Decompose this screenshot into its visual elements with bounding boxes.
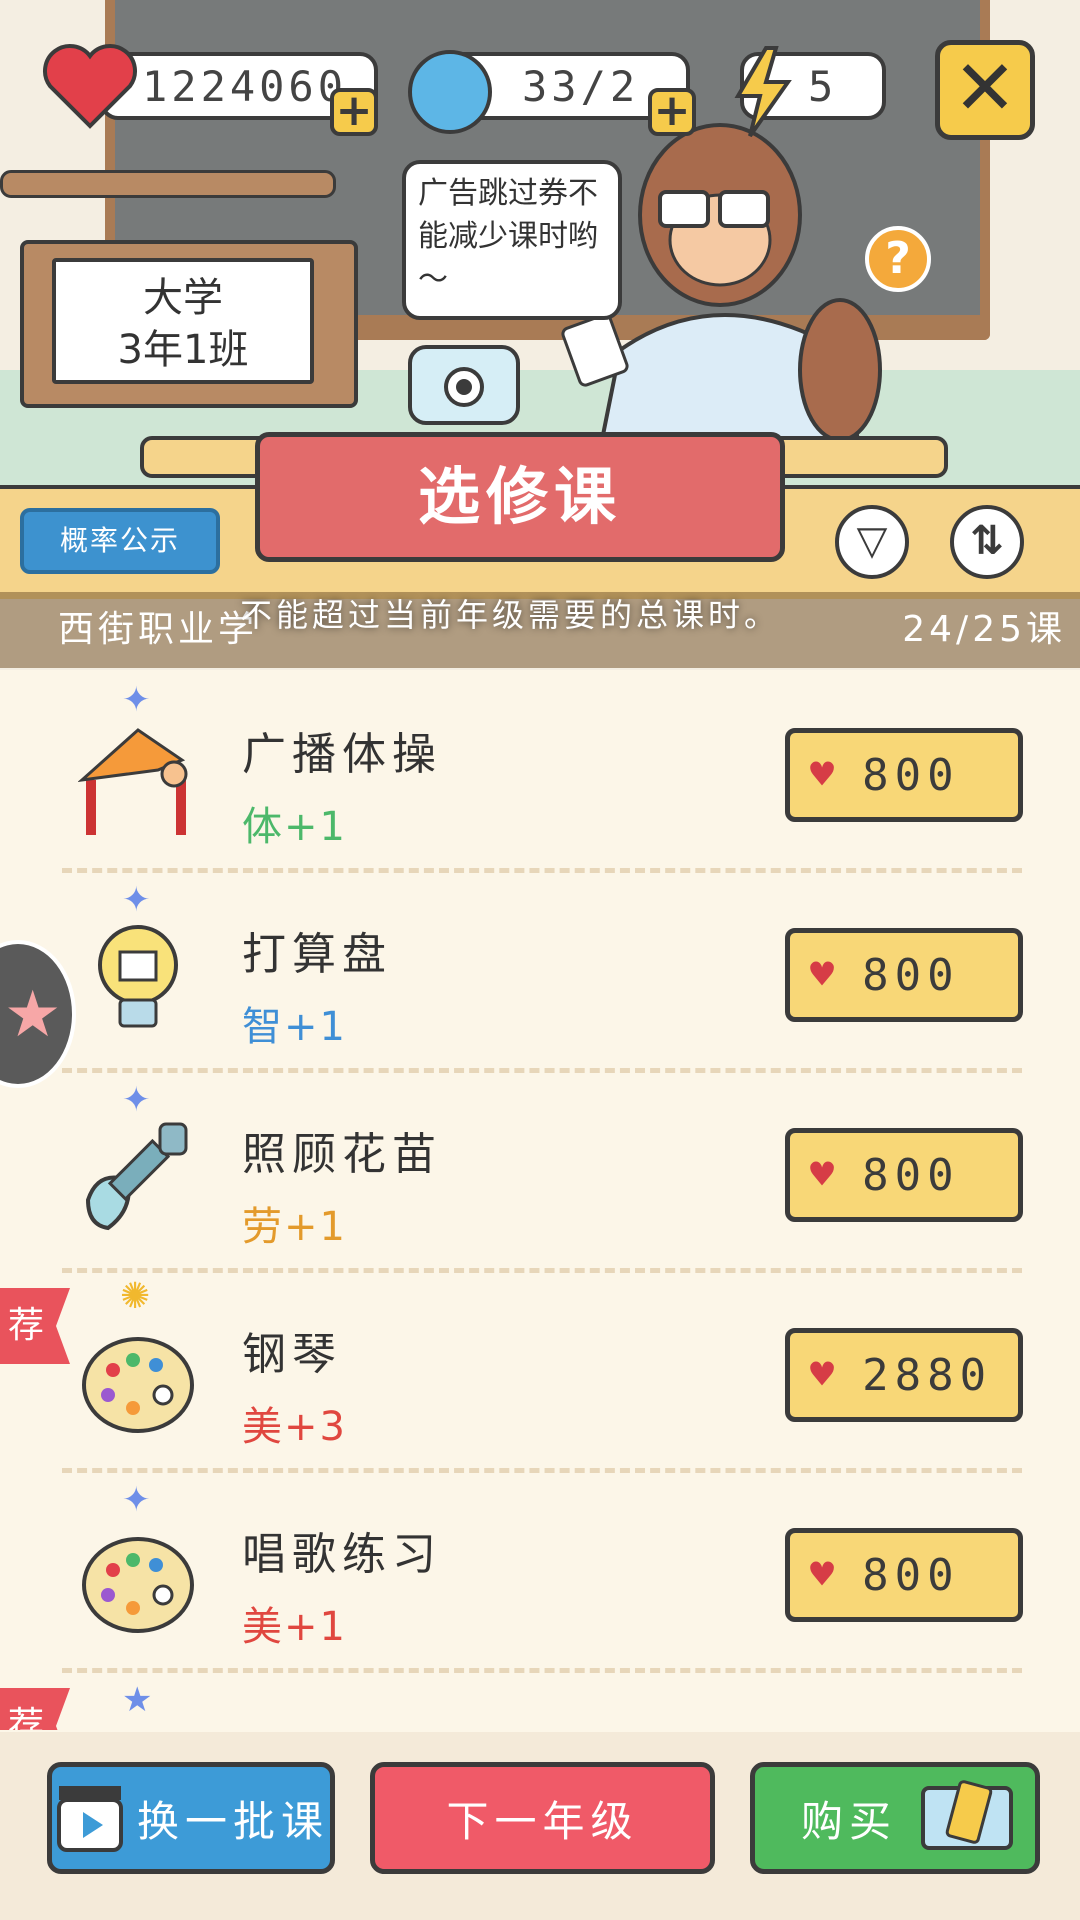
course-price: 800: [862, 749, 960, 801]
ticket-icon: [921, 1780, 1014, 1850]
energy-value: 5: [808, 61, 838, 111]
buy-course-button[interactable]: ♥ 800: [785, 928, 1023, 1022]
add-gems-button[interactable]: +: [648, 88, 696, 136]
teacher-speech-bubble: 广告跳过券不能减少课时哟～: [402, 160, 622, 320]
gems-value: 33/2: [522, 61, 640, 111]
elective-title: 选修课: [255, 432, 785, 562]
recommended-tag: 荐: [0, 1688, 70, 1730]
sign-rod: [0, 170, 336, 198]
course-stat: 智+1: [242, 1004, 347, 1050]
filter-icon: ▽: [856, 518, 888, 564]
heart-icon: ♥: [810, 752, 841, 798]
course-row: ✦ 打算盘 智+1 ♥ 800: [0, 870, 1080, 1073]
course-count: 24/25课: [902, 609, 1066, 650]
filter-button[interactable]: ▽: [835, 505, 909, 579]
palette-icon: [82, 1537, 194, 1633]
sign-grade: 大学: [143, 275, 223, 321]
class-sign: 大学 3年1班: [52, 258, 314, 384]
buy-course-button[interactable]: ♥ 2880: [785, 1328, 1023, 1422]
buy-button[interactable]: 购买: [750, 1762, 1040, 1874]
next-grade-label: 下一年级: [446, 1796, 639, 1846]
sign-class: 3年1班: [117, 327, 249, 373]
course-name: 照顾花苗: [242, 1129, 442, 1180]
course-price: 800: [862, 1149, 960, 1201]
next-grade-button[interactable]: 下一年级: [370, 1762, 715, 1874]
course-name: 广播体操: [242, 729, 442, 780]
heart-icon: ♥: [810, 1152, 841, 1198]
refresh-label: 换一批课: [136, 1796, 329, 1846]
help-button[interactable]: ?: [865, 226, 931, 292]
course-list: ✦ 广播体操 体+1 ♥ 800 ✦ 打算盘 智+1 ♥ 800 ✦ 照顾花苗 …: [0, 670, 1080, 1730]
recommended-tag: 荐: [0, 1288, 70, 1364]
buy-label: 购买: [801, 1796, 898, 1846]
course-row: ✦ 照顾花苗 劳+1 ♥ 800: [0, 1070, 1080, 1273]
video-ad-icon: [56, 1786, 123, 1852]
sort-button[interactable]: ⇅: [950, 505, 1024, 579]
shovel-icon: [85, 1122, 188, 1231]
close-button[interactable]: ✕: [935, 40, 1035, 140]
buy-course-button[interactable]: ♥ 800: [785, 1528, 1023, 1622]
gymnastics-icon: [78, 728, 188, 835]
gem-icon: [402, 44, 498, 140]
buy-course-button[interactable]: ♥ 800: [785, 1128, 1023, 1222]
lightning-icon: [728, 44, 798, 140]
refresh-courses-button[interactable]: 换一批课: [47, 1762, 335, 1874]
camera-icon[interactable]: [408, 345, 520, 425]
hearts-value: 1224060: [142, 61, 348, 111]
course-stat: 美+1: [242, 1604, 347, 1650]
course-name: 唱歌练习: [242, 1529, 442, 1580]
course-stat: 体+1: [242, 804, 347, 850]
course-price: 800: [862, 949, 960, 1001]
star-icon: ★: [4, 978, 62, 1052]
heart-icon: ♥: [810, 1552, 841, 1598]
palette-icon: [82, 1337, 194, 1433]
course-name: 打算盘: [242, 929, 392, 980]
lightbulb-icon: [98, 925, 178, 1028]
course-row: ✦ 广播体操 体+1 ♥ 800: [0, 670, 1080, 873]
heart-icon: [40, 42, 140, 132]
buy-course-button[interactable]: ♥ 800: [785, 728, 1023, 822]
add-hearts-button[interactable]: +: [330, 88, 378, 136]
sort-icon: ⇅: [970, 518, 1004, 564]
toast-message: 不能超过当前年级需要的总课时。: [240, 596, 781, 634]
probability-button[interactable]: 概率公示: [20, 508, 220, 574]
course-row-partial: 荐 ★: [0, 1670, 1080, 1730]
course-price: 800: [862, 1549, 960, 1601]
rank-star-icon: ★: [122, 1680, 153, 1720]
course-name: 钢琴: [242, 1329, 342, 1380]
school-name: 西街职业学: [58, 609, 259, 650]
course-row: ✦ 唱歌练习 美+1 ♥ 800: [0, 1470, 1080, 1673]
heart-icon: ♥: [810, 1352, 841, 1398]
course-stat: 美+3: [242, 1404, 347, 1450]
course-stat: 劳+1: [242, 1204, 347, 1250]
course-row: 荐 ✺ 钢琴 美+3 ♥ 2880: [0, 1270, 1080, 1473]
classroom-scene: 大学 3年1班 广告跳过券不能减少课时哟～ ? 选修课 概率公示 ▽ ⇅ 西街职…: [0, 0, 1080, 670]
course-price: 2880: [862, 1349, 993, 1401]
heart-icon: ♥: [810, 952, 841, 998]
